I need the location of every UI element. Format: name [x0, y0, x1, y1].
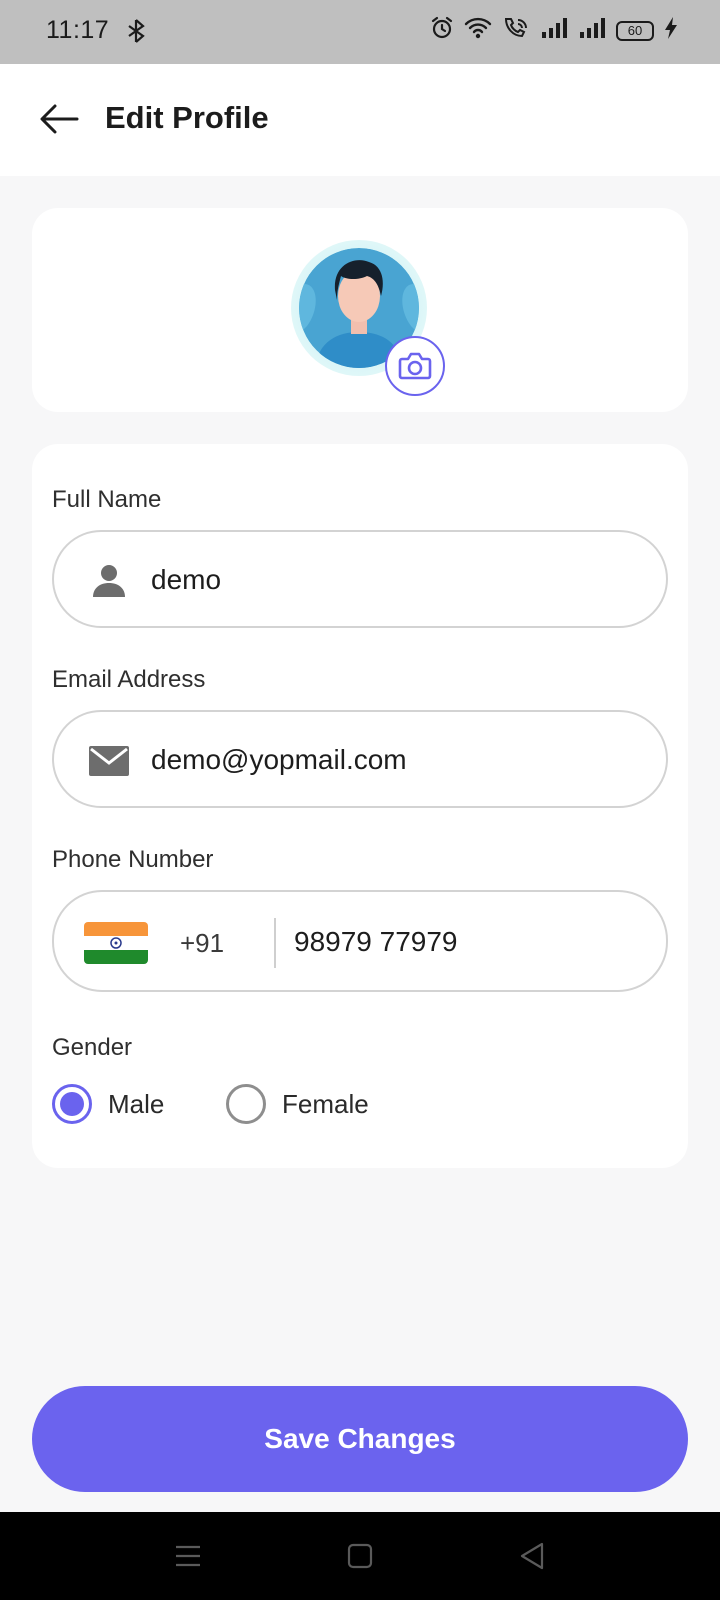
email-input[interactable]: demo@yopmail.com [151, 744, 631, 776]
battery-indicator: 60 [616, 20, 654, 41]
status-time: 11:17 [46, 16, 110, 44]
menu-icon [176, 1545, 200, 1567]
alarm-icon [430, 16, 454, 45]
full-name-input[interactable]: demo [151, 564, 631, 596]
gender-female-label: Female [282, 1088, 369, 1119]
camera-icon [398, 352, 432, 380]
full-name-field[interactable]: demo [52, 530, 668, 628]
gender-option-female[interactable]: Female [226, 1084, 369, 1124]
arrow-left-icon [40, 104, 79, 134]
phone-input[interactable]: 98979 77979 [294, 926, 458, 958]
home-square-icon [347, 1543, 373, 1569]
menu-button[interactable] [170, 1538, 206, 1574]
profile-form: Full Name demo Email Address demo@yopmai… [32, 444, 688, 1168]
signal-icon [540, 17, 568, 44]
phone-label: Phone Number [52, 846, 214, 873]
home-button[interactable] [342, 1538, 378, 1574]
full-name-label: Full Name [52, 486, 162, 513]
avatar-card [32, 208, 688, 412]
radio-female[interactable] [226, 1084, 266, 1124]
email-field[interactable]: demo@yopmail.com [52, 710, 668, 808]
gender-option-male[interactable]: Male [52, 1084, 164, 1124]
system-nav-bar [0, 1512, 720, 1600]
country-code[interactable]: +91 [180, 928, 224, 959]
save-changes-button[interactable]: Save Changes [32, 1386, 688, 1492]
battery-level: 60 [627, 23, 643, 38]
india-flag-icon[interactable] [84, 922, 148, 964]
phone-divider [274, 918, 276, 968]
email-label: Email Address [52, 666, 206, 693]
back-button[interactable] [38, 98, 80, 140]
phone-field[interactable]: +91 98979 77979 [52, 890, 668, 992]
gender-male-label: Male [108, 1088, 165, 1119]
app-header: Edit Profile [0, 64, 720, 176]
person-icon [88, 560, 130, 602]
wifi-calling-icon [502, 16, 530, 45]
status-icons: 60 [430, 16, 678, 45]
mail-icon [88, 740, 130, 782]
triangle-back-icon [520, 1542, 544, 1570]
charging-icon [664, 16, 678, 45]
back-nav-button[interactable] [514, 1538, 550, 1574]
signal-icon-2 [578, 17, 606, 44]
change-photo-button[interactable] [385, 336, 445, 396]
wifi-icon [464, 16, 492, 45]
radio-male[interactable] [52, 1084, 92, 1124]
status-bar: 11:17 60 [0, 0, 720, 64]
radio-selected-dot [60, 1092, 84, 1116]
bluetooth-icon [126, 18, 146, 49]
page-title: Edit Profile [105, 100, 269, 135]
gender-label: Gender [52, 1034, 133, 1061]
